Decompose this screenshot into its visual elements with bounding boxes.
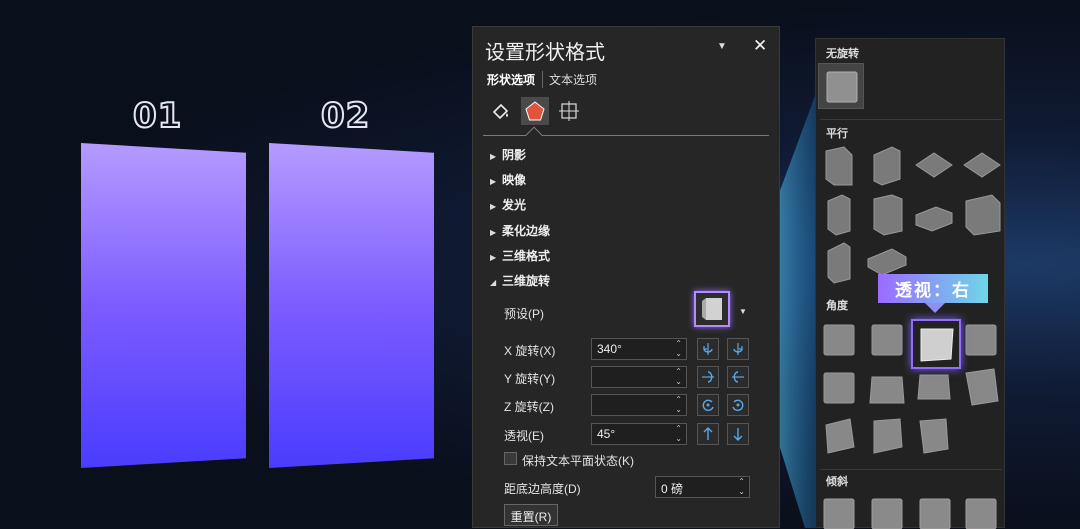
pane-tabs: 形状选项 文本选项	[487, 71, 604, 88]
group-divider	[820, 469, 1002, 470]
section-reflection[interactable]: ▶ 映像	[490, 171, 526, 188]
slide-label-01: 01	[132, 95, 183, 137]
perspective-increase-icon[interactable]	[697, 423, 719, 445]
z-rotation-label: Z 旋转(Z)	[504, 400, 554, 414]
y-rotation-input[interactable]: ⌃ ⌄	[591, 366, 687, 388]
y-rotation-label: Y 旋转(Y)	[504, 372, 556, 386]
format-shape-pane: 设置形状格式 ▼ ✕ 形状选项 文本选项 ▶ 阴影 ▶ 映像 ▶ 发光 ▶ 柔化边缘 ▶…	[472, 26, 780, 528]
tooltip-arrow	[925, 303, 945, 313]
preset-dropdown-icon[interactable]: ▼	[739, 307, 747, 316]
distance-input[interactable]: 0 磅 ⌃ ⌄	[655, 476, 750, 498]
keep-text-flat-checkbox[interactable]	[504, 452, 517, 465]
rotate-up-icon[interactable]	[697, 366, 719, 388]
pane-icon-row	[487, 97, 583, 125]
group-no-rotation: 无旋转	[826, 48, 859, 60]
group-perspective: 角度	[826, 300, 848, 312]
spinner-icon[interactable]: ⌃ ⌄	[675, 424, 682, 444]
x-rotation-label: X 旋转(X)	[504, 344, 556, 358]
rotate-down-icon[interactable]	[727, 366, 749, 388]
preset-no-rotation[interactable]	[818, 63, 864, 109]
size-properties-icon[interactable]	[555, 97, 583, 125]
rotate-left-icon[interactable]	[697, 338, 719, 360]
parallel-presets[interactable]	[816, 139, 1006, 284]
section-shadow[interactable]: ▶ 阴影	[490, 146, 526, 163]
pane-menu-icon[interactable]: ▼	[717, 41, 727, 52]
slide-label-02: 02	[320, 95, 371, 137]
fill-line-icon[interactable]	[487, 97, 515, 125]
spinner-icon[interactable]: ⌃ ⌄	[675, 367, 682, 387]
spinner-icon[interactable]: ⌃ ⌄	[738, 477, 745, 497]
z-rotation-input[interactable]: ⌃ ⌄	[591, 394, 687, 416]
rotate-right-icon[interactable]	[727, 338, 749, 360]
x-rotation-input[interactable]: 340° ⌃ ⌄	[591, 338, 687, 360]
group-divider	[820, 119, 1002, 120]
perspective-decrease-icon[interactable]	[727, 423, 749, 445]
spinner-icon[interactable]: ⌃ ⌄	[675, 395, 682, 415]
section-soft-edges[interactable]: ▶ 柔化边缘	[490, 222, 550, 239]
section-3d-format[interactable]: ▶ 三维格式	[490, 247, 550, 264]
close-icon[interactable]: ✕	[753, 36, 767, 56]
tab-shape-options[interactable]: 形状选项	[487, 71, 542, 88]
section-3d-rotation[interactable]: ◢ 三维旋转	[490, 272, 550, 289]
keep-text-flat-label: 保持文本平面状态(K)	[522, 454, 634, 468]
tab-text-options[interactable]: 文本选项	[542, 71, 604, 88]
pane-title: 设置形状格式	[485, 42, 605, 64]
perspective-input[interactable]: 45° ⌃ ⌄	[591, 423, 687, 445]
effects-icon[interactable]	[521, 97, 549, 125]
oblique-presets[interactable]	[816, 493, 1006, 529]
shape-panel-02[interactable]	[269, 143, 434, 468]
reset-button[interactable]: 重置(R)	[504, 504, 558, 526]
section-glow[interactable]: ▶ 发光	[490, 196, 526, 213]
distance-label: 距底边高度(D)	[504, 482, 581, 496]
shape-panel-01[interactable]	[81, 143, 246, 468]
preset-perspective-right[interactable]	[911, 319, 961, 369]
spinner-icon[interactable]: ⌃ ⌄	[675, 339, 682, 359]
divider-notch	[525, 126, 543, 144]
group-oblique: 倾斜	[826, 476, 848, 488]
perspective-label: 透视(E)	[504, 429, 544, 443]
preset-button[interactable]	[694, 291, 730, 327]
preset-label: 预设(P)	[504, 307, 544, 321]
tooltip-perspective-right: 透视：右	[878, 274, 988, 303]
rotate-ccw-icon[interactable]	[697, 394, 719, 416]
rotate-cw-icon[interactable]	[727, 394, 749, 416]
